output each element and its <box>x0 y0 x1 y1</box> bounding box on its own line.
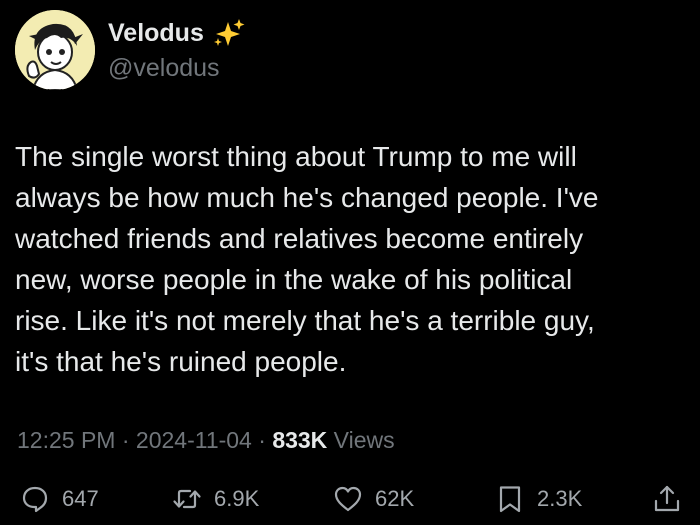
reply-button[interactable]: 647 <box>20 478 99 520</box>
username-handle[interactable]: @velodus <box>108 52 220 84</box>
repost-count: 6.9K <box>214 486 260 511</box>
reply-icon <box>20 484 50 514</box>
share-button[interactable] <box>652 478 682 520</box>
tweet-metadata: 12:25 PM · 2024-11-04 · 833K Views <box>17 425 395 455</box>
tweet-line: new, worse people in the wake of his pol… <box>15 264 573 295</box>
repost-icon <box>172 484 202 514</box>
repost-button[interactable]: 6.9K <box>172 478 259 520</box>
tweet-line: it's that he's ruined people. <box>15 346 347 377</box>
bookmark-icon <box>495 484 525 514</box>
tweet-text: The single worst thing about Trump to me… <box>15 136 685 382</box>
like-count: 62K <box>375 486 415 511</box>
tweet-time[interactable]: 12:25 PM <box>17 427 115 453</box>
tweet-line: always be how much he's changed people. … <box>15 182 599 213</box>
reply-count: 647 <box>62 486 99 511</box>
action-bar: 647 6.9K 62K 2.3K <box>0 478 700 520</box>
tweet-line: rise. Like it's not merely that he's a t… <box>15 305 595 336</box>
display-name[interactable]: Velodus <box>108 17 204 49</box>
tweet-date[interactable]: 2024-11-04 <box>136 427 252 453</box>
sparkles-icon <box>212 18 246 48</box>
tweet-line: watched friends and relatives become ent… <box>15 223 584 254</box>
heart-icon <box>333 484 363 514</box>
like-button[interactable]: 62K <box>333 478 414 520</box>
views-count[interactable]: 833K <box>272 427 327 453</box>
views-label[interactable]: Views <box>327 427 395 453</box>
tweet-line: The single worst thing about Trump to me… <box>15 141 577 172</box>
bookmark-button[interactable]: 2.3K <box>495 478 582 520</box>
avatar[interactable] <box>15 10 95 90</box>
bookmark-count: 2.3K <box>537 486 583 511</box>
share-icon <box>652 484 682 514</box>
meta-separator: · <box>251 427 273 453</box>
meta-separator: · <box>115 427 136 453</box>
